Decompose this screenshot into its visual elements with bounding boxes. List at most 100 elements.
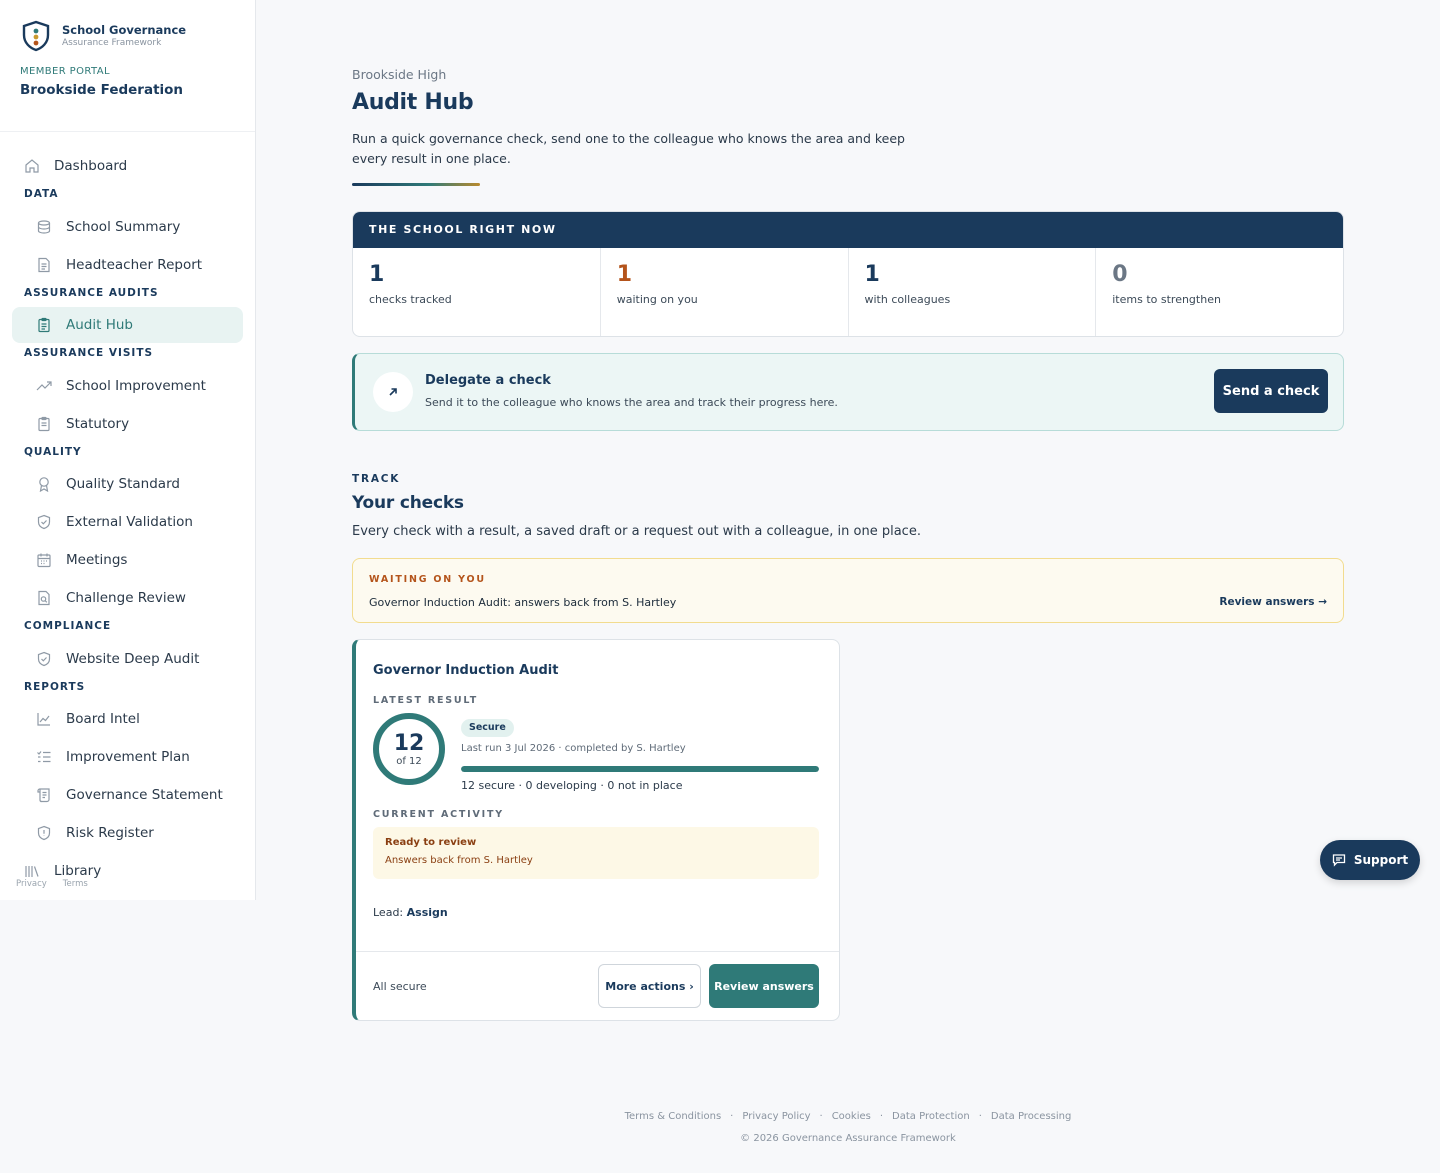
line-chart-icon (36, 711, 52, 727)
sidebar-item-quality-standard[interactable]: Quality Standard (12, 466, 243, 502)
library-icon (24, 863, 40, 879)
footer-link-terms[interactable]: Terms & Conditions (625, 1111, 722, 1122)
sidebar-item-label: External Validation (66, 514, 193, 530)
latest-result-label: LATEST RESULT (373, 695, 478, 706)
sidebar-item-label: Headteacher Report (66, 257, 203, 273)
delegate-title: Delegate a check (425, 373, 551, 388)
activity-title: Ready to review (385, 837, 477, 848)
sidebar-item-risk-register[interactable]: Risk Register (12, 815, 243, 851)
sidebar-item-label: Statutory (66, 416, 130, 432)
waiting-text: Governor Induction Audit: answers back f… (369, 596, 677, 609)
stat-value: 1 (864, 262, 880, 287)
result-progress-bar (461, 766, 819, 772)
sidebar-item-statutory[interactable]: Statutory (12, 406, 243, 442)
sidebar-item-label: Governance Statement (66, 787, 223, 803)
breadcrumb[interactable]: Brookside High (352, 67, 446, 82)
footer-link-data-processing[interactable]: Data Processing (991, 1111, 1071, 1122)
stat-label: checks tracked (369, 293, 452, 306)
footer-separator: · (879, 1111, 884, 1122)
section-heading-assurance-visits: ASSURANCE VISITS (24, 347, 154, 359)
stat-label: waiting on you (616, 293, 698, 306)
arrow-up-right-icon (373, 372, 413, 412)
sidebar-item-label: Meetings (66, 552, 128, 568)
stat-value: 0 (1112, 262, 1128, 287)
school-stats-card: THE SCHOOL RIGHT NOW 1 checks tracked 1 … (352, 211, 1344, 337)
chat-icon (1332, 854, 1346, 867)
support-button[interactable]: Support (1320, 840, 1420, 880)
sidebar-item-website-deep-audit[interactable]: Website Deep Audit (12, 641, 243, 677)
check-status-text: All secure (373, 980, 427, 993)
sidebar-item-audit-hub[interactable]: Audit Hub (12, 307, 243, 343)
sidebar-item-school-summary[interactable]: School Summary (12, 209, 243, 245)
stat-with-colleagues: 1 with colleagues (849, 248, 1097, 336)
stat-items-to-strengthen: 0 items to strengthen (1096, 248, 1343, 336)
page-title: Audit Hub (352, 90, 474, 115)
section-heading-assurance-audits: ASSURANCE AUDITS (24, 287, 159, 299)
stat-value: 1 (369, 262, 385, 287)
copyright: © 2026 Governance Assurance Framework (740, 1133, 956, 1144)
document-icon (36, 257, 52, 273)
clipboard-list-icon (36, 416, 52, 432)
footer-separator: · (978, 1111, 982, 1122)
brand-title: School Governance (62, 23, 187, 37)
home-icon (24, 158, 40, 174)
trend-up-icon (36, 378, 52, 394)
footer-separator: · (819, 1111, 823, 1122)
stat-label: items to strengthen (1112, 293, 1221, 306)
sidebar-footer: Privacy Terms (16, 879, 104, 889)
footer-link-privacy[interactable]: Privacy Policy (742, 1111, 810, 1122)
portal-name: Brookside Federation (20, 82, 184, 98)
database-icon (36, 219, 52, 235)
award-icon (36, 476, 52, 492)
shield-check-icon (36, 651, 52, 667)
assign-lead-link[interactable]: Assign (407, 906, 448, 919)
sidebar-item-dashboard[interactable]: Dashboard (12, 148, 243, 184)
section-heading-data: DATA (24, 188, 59, 200)
sidebar-item-challenge-review[interactable]: Challenge Review (12, 580, 243, 616)
review-answers-link[interactable]: Review answers → (1219, 596, 1327, 608)
track-label: TRACK (352, 473, 401, 485)
score-total: of 12 (396, 755, 422, 767)
sidebar-item-label: Risk Register (66, 825, 154, 841)
sidebar-item-label: Audit Hub (66, 317, 133, 333)
clipboard-icon (36, 317, 52, 333)
title-accent-rule (352, 183, 480, 186)
result-breakdown: 12 secure · 0 developing · 0 not in plac… (461, 779, 683, 792)
brand-subtitle: Assurance Framework (62, 38, 162, 48)
check-title[interactable]: Governor Induction Audit (373, 663, 558, 678)
page-description: Run a quick governance check, send one t… (352, 131, 905, 166)
privacy-link[interactable]: Privacy (16, 879, 47, 889)
review-answers-button[interactable]: Review answers (709, 964, 819, 1008)
lead-label: Lead: (373, 906, 404, 919)
sidebar-item-meetings[interactable]: Meetings (12, 542, 243, 578)
portal-label: MEMBER PORTAL (20, 66, 110, 77)
sidebar-item-improvement-plan[interactable]: Improvement Plan (12, 739, 243, 775)
track-title: Your checks (352, 493, 464, 513)
sidebar-item-governance-statement[interactable]: Governance Statement (12, 777, 243, 813)
stats-heading: THE SCHOOL RIGHT NOW (353, 212, 1343, 248)
last-run-text: Last run 3 Jul 2026 · completed by S. Ha… (461, 743, 686, 754)
sidebar-item-board-intel[interactable]: Board Intel (12, 701, 243, 737)
sidebar-item-label: Quality Standard (66, 476, 180, 492)
terms-link[interactable]: Terms (63, 879, 88, 889)
document-search-icon (36, 590, 52, 606)
calendar-icon (36, 552, 52, 568)
sidebar-item-external-validation[interactable]: External Validation (12, 504, 243, 540)
track-description: Every check with a result, a saved draft… (352, 524, 921, 539)
footer-link-data-protection[interactable]: Data Protection (892, 1111, 970, 1122)
send-check-button[interactable]: Send a check (1214, 369, 1328, 413)
section-heading-reports: REPORTS (24, 681, 86, 693)
more-actions-button[interactable]: More actions › (598, 964, 701, 1008)
support-label: Support (1353, 853, 1409, 867)
sidebar-item-headteacher-report[interactable]: Headteacher Report (12, 247, 243, 283)
footer-links: Terms & Conditions · Privacy Policy · Cookie… (352, 1111, 1344, 1122)
stat-checks-tracked: 1 checks tracked (353, 248, 601, 336)
activity-subtitle: Answers back from S. Hartley (385, 855, 533, 866)
sidebar-item-school-improvement[interactable]: School Improvement (12, 368, 243, 404)
brand[interactable]: School Governance Assurance Framework (20, 20, 186, 52)
scroll-icon (36, 787, 52, 803)
status-badge: Secure (461, 719, 514, 737)
waiting-label: WAITING ON YOU (369, 574, 486, 585)
section-heading-quality: QUALITY (24, 446, 82, 458)
footer-link-cookies[interactable]: Cookies (832, 1111, 871, 1122)
